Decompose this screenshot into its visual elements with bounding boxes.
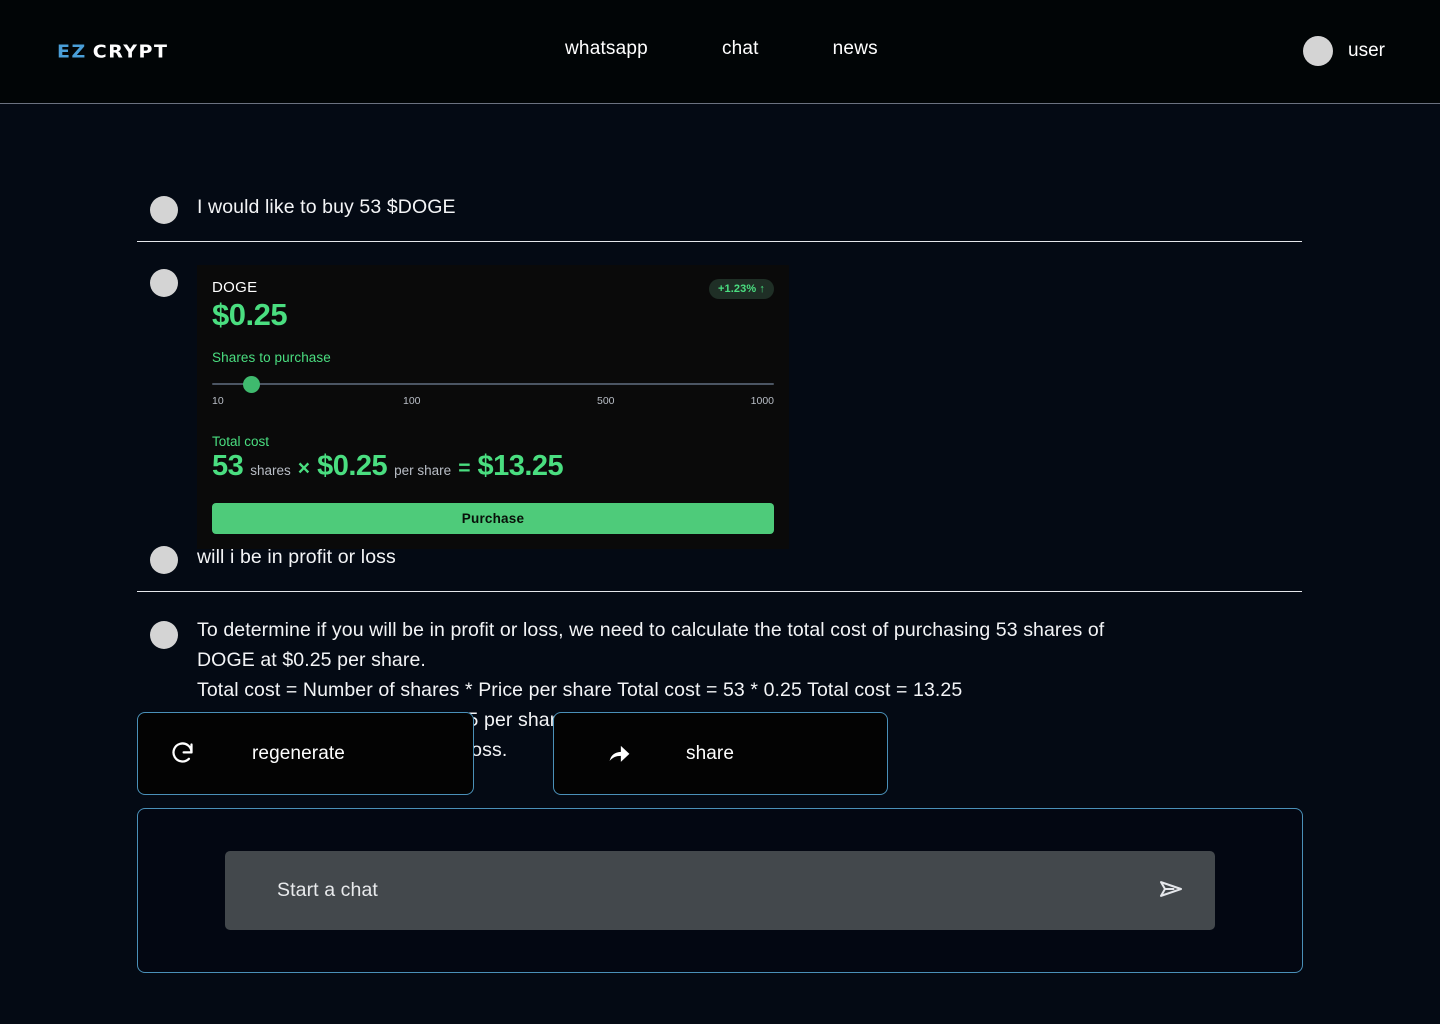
chat-input[interactable] bbox=[277, 879, 1150, 902]
avatar bbox=[1303, 36, 1334, 66]
chat-input-container bbox=[137, 808, 1303, 973]
slider-tick-1000: 1000 bbox=[750, 395, 774, 407]
nav-item-chat[interactable]: chat bbox=[722, 38, 759, 60]
current-price: $0.25 bbox=[212, 297, 288, 332]
chat-message-user-2: will i be in profit or loss bbox=[150, 542, 396, 574]
multiply-symbol: × bbox=[297, 457, 311, 480]
shares-slider[interactable] bbox=[212, 376, 774, 393]
price-change-badge: +1.23% ↑ bbox=[709, 279, 774, 299]
main-nav: whatsapp chat news bbox=[565, 38, 878, 60]
trade-card-header: DOGE $0.25 +1.23% ↑ bbox=[212, 279, 774, 333]
trade-card: DOGE $0.25 +1.23% ↑ Shares to purchase 1… bbox=[197, 265, 789, 549]
send-button[interactable] bbox=[1150, 870, 1192, 912]
share-button[interactable]: share bbox=[553, 712, 888, 795]
total-cost-breakdown: 53 shares × $0.25 per share = $13.25 bbox=[212, 450, 774, 483]
message-avatar bbox=[150, 546, 178, 574]
slider-thumb[interactable] bbox=[243, 376, 260, 393]
nav-item-whatsapp[interactable]: whatsapp bbox=[565, 38, 648, 60]
regenerate-label: regenerate bbox=[252, 742, 345, 764]
regenerate-button[interactable]: regenerate bbox=[137, 712, 474, 795]
share-arrow-icon bbox=[606, 740, 633, 767]
slider-tick-labels: 10 100 500 1000 bbox=[212, 395, 774, 411]
chat-message-trade-card: DOGE $0.25 +1.23% ↑ Shares to purchase 1… bbox=[150, 265, 789, 549]
slider-tick-100: 100 bbox=[403, 395, 421, 407]
app-logo[interactable]: EZ CRYPT bbox=[57, 42, 168, 62]
refresh-icon bbox=[169, 740, 196, 767]
chat-input-bar[interactable] bbox=[225, 851, 1215, 930]
purchase-button[interactable]: Purchase bbox=[212, 503, 774, 534]
message-text: I would like to buy 53 $DOGE bbox=[197, 196, 456, 218]
user-menu[interactable]: user bbox=[1303, 36, 1385, 66]
shares-slider-label: Shares to purchase bbox=[212, 350, 331, 365]
logo-suffix: CRYPT bbox=[92, 41, 169, 63]
answer-line-2: DOGE at $0.25 per share. bbox=[197, 649, 426, 671]
message-text: will i be in profit or loss bbox=[197, 546, 396, 568]
slider-tick-500: 500 bbox=[597, 395, 615, 407]
per-share-unit: per share bbox=[394, 463, 452, 478]
nav-item-news[interactable]: news bbox=[833, 38, 878, 60]
answer-line-3: Total cost = Number of shares * Price pe… bbox=[197, 679, 963, 701]
total-cost-value: $13.25 bbox=[477, 450, 564, 482]
message-divider bbox=[137, 241, 1302, 242]
total-cost-label: Total cost bbox=[212, 434, 270, 449]
app-header: EZ CRYPT whatsapp chat news user bbox=[0, 0, 1440, 104]
chat-message-user-1: I would like to buy 53 $DOGE bbox=[150, 192, 456, 224]
message-avatar bbox=[150, 269, 178, 297]
share-label: share bbox=[686, 742, 735, 764]
message-divider bbox=[137, 591, 1302, 592]
slider-tick-10: 10 bbox=[212, 395, 224, 407]
send-icon bbox=[1156, 874, 1186, 907]
shares-count: 53 bbox=[212, 450, 244, 482]
logo-prefix: EZ bbox=[57, 41, 87, 63]
equals-symbol: = bbox=[458, 457, 471, 480]
price-per-share: $0.25 bbox=[317, 450, 388, 482]
slider-track bbox=[212, 383, 774, 385]
message-avatar bbox=[150, 621, 178, 649]
answer-line-1: To determine if you will be in profit or… bbox=[197, 619, 1105, 641]
ticker-symbol: DOGE bbox=[212, 279, 258, 296]
shares-unit: shares bbox=[250, 463, 291, 478]
message-avatar bbox=[150, 196, 178, 224]
user-name-label: user bbox=[1348, 40, 1385, 61]
